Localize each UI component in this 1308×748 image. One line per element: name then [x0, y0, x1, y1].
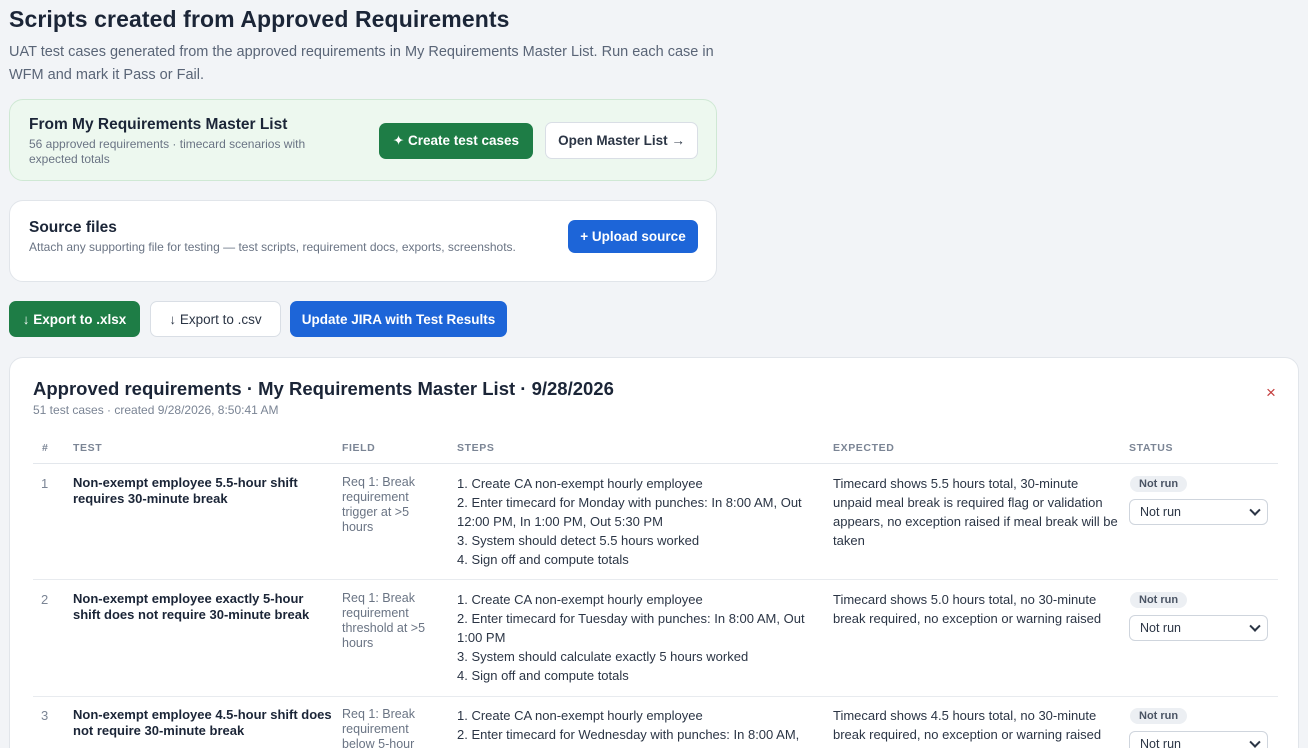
status-select[interactable]: Not run — [1129, 731, 1268, 748]
row-field: Req 1: Break requirement below 5-hour — [342, 707, 415, 748]
row-field: Req 1: Break requirement threshold at >5… — [342, 591, 426, 650]
status-select[interactable]: Not run — [1129, 499, 1268, 525]
row-divider — [33, 579, 1278, 580]
column-header-expected: EXPECTED — [833, 442, 895, 454]
status-select[interactable]: Not run — [1129, 615, 1268, 641]
source-files-subtitle: Attach any supporting file for testing —… — [29, 240, 516, 254]
status-select-value: Not run — [1140, 621, 1181, 635]
step-item: 3. System should detect 5.5 hours worked — [457, 533, 700, 548]
row-test-name: Non-exempt employee exactly 5-hour shift… — [73, 591, 310, 622]
master-list-card: From My Requirements Master List 56 appr… — [9, 99, 717, 181]
upload-source-button[interactable]: + Upload source — [568, 220, 698, 253]
chevron-down-icon — [1249, 736, 1261, 748]
row-field: Req 1: Break requirement trigger at >5 h… — [342, 475, 415, 534]
results-title: Approved requirements · My Requirements … — [33, 378, 614, 399]
row-test-name: Non-exempt employee 4.5-hour shift does … — [73, 707, 332, 738]
row-number: 1 — [41, 476, 49, 491]
master-list-card-subtitle: 56 approved requirements · timecard scen… — [29, 137, 306, 166]
step-item: 1. Create CA non-exempt hourly employee — [457, 592, 703, 607]
export-csv-button[interactable]: ↓ Export to .csv — [150, 301, 281, 337]
step-item: 2. Enter timecard for Monday with punche… — [457, 495, 802, 529]
step-item: 1. Create CA non-exempt hourly employee — [457, 476, 703, 491]
close-icon[interactable]: × — [1264, 384, 1278, 401]
chevron-down-icon — [1249, 504, 1261, 516]
row-divider — [33, 696, 1278, 697]
results-card: Approved requirements · My Requirements … — [9, 357, 1299, 748]
table-header-divider — [33, 463, 1278, 464]
create-test-cases-button[interactable]: ✦ Create test cases — [379, 123, 533, 159]
source-files-card: Source files Attach any supporting file … — [9, 200, 717, 282]
chevron-down-icon — [1249, 620, 1261, 632]
step-item: 3. System should calculate exactly 5 hou… — [457, 649, 749, 664]
page-title: Scripts created from Approved Requiremen… — [9, 6, 510, 32]
column-header-field: FIELD — [342, 442, 376, 454]
status-badge: Not run — [1130, 476, 1188, 492]
row-number: 3 — [41, 708, 49, 723]
open-master-list-button[interactable]: Open Master List → — [545, 122, 698, 159]
step-item: 2. Enter timecard for Wednesday with pun… — [457, 727, 800, 742]
column-header-number: # — [42, 442, 49, 454]
results-subtitle: 51 test cases · created 9/28/2026, 8:50:… — [33, 403, 279, 417]
step-item: 4. Sign off and compute totals — [457, 552, 629, 567]
row-expected: Timecard shows 5.5 hours total, 30-minut… — [833, 476, 1118, 548]
step-item: 2. Enter timecard for Tuesday with punch… — [457, 611, 805, 645]
page-description: UAT test cases generated from the approv… — [9, 44, 714, 83]
column-header-test: TEST — [73, 442, 103, 454]
source-files-title: Source files — [29, 219, 117, 236]
row-steps: 1. Create CA non-exempt hourly employee … — [457, 474, 822, 569]
row-steps: 1. Create CA non-exempt hourly employee … — [457, 590, 822, 685]
status-badge: Not run — [1130, 592, 1188, 608]
row-steps: 1. Create CA non-exempt hourly employee … — [457, 706, 822, 744]
column-header-steps: STEPS — [457, 442, 495, 454]
step-item: 4. Sign off and compute totals — [457, 668, 629, 683]
row-expected: Timecard shows 4.5 hours total, no 30-mi… — [833, 708, 1102, 742]
step-item: 1. Create CA non-exempt hourly employee — [457, 708, 703, 723]
master-list-card-title: From My Requirements Master List — [29, 116, 288, 133]
update-jira-button[interactable]: Update JIRA with Test Results — [290, 301, 507, 337]
status-select-value: Not run — [1140, 505, 1181, 519]
status-select-value: Not run — [1140, 737, 1181, 748]
status-badge: Not run — [1130, 708, 1188, 724]
row-expected: Timecard shows 5.0 hours total, no 30-mi… — [833, 592, 1102, 626]
row-test-name: Non-exempt employee 5.5-hour shift requi… — [73, 475, 298, 506]
column-header-status: STATUS — [1129, 442, 1174, 454]
row-number: 2 — [41, 592, 49, 607]
export-xlsx-button[interactable]: ↓ Export to .xlsx — [9, 301, 140, 337]
